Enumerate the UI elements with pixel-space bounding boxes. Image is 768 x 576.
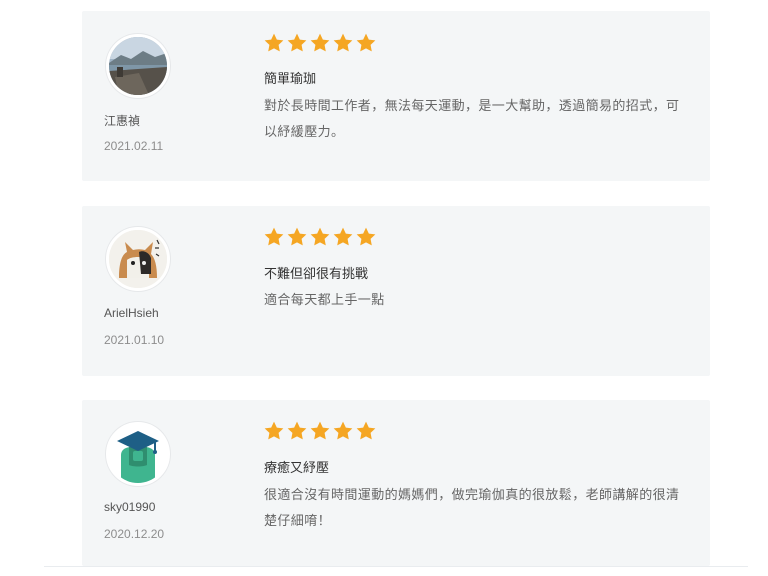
star-icon [333, 421, 353, 440]
avatar [106, 422, 170, 486]
star-icon [287, 421, 307, 440]
star-icon [310, 421, 330, 440]
review-date: 2020.12.20 [104, 527, 165, 541]
star-icon [264, 227, 284, 246]
reviewer-name: 江惠禎 [104, 114, 141, 128]
star-icon [310, 227, 330, 246]
graduate-avatar-icon [109, 425, 167, 483]
star-icon [264, 33, 284, 52]
star-icon [333, 33, 353, 52]
review-date: 2021.01.10 [104, 333, 165, 347]
rating-stars [263, 226, 377, 248]
review-card: 江惠禎 2021.02.11 簡單瑜珈 對於長時間工作者，無法每天運動，是一大幫… [82, 11, 710, 181]
avatar [106, 227, 170, 291]
rating-stars [263, 32, 377, 54]
review-card: ArielHsieh 2021.01.10 不難但卻很有挑戰 適合每天都上手一點 [82, 206, 710, 376]
star-icon [264, 421, 284, 440]
divider [44, 566, 748, 567]
star-icon [356, 421, 376, 440]
star-icon [356, 227, 376, 246]
review-title: 簡單瑜珈 [264, 72, 317, 87]
reviewer-name: sky01990 [104, 500, 156, 514]
star-icon [356, 33, 376, 52]
landscape-photo-icon [109, 37, 167, 95]
star-icon [310, 33, 330, 52]
review-body: 對於長時間工作者，無法每天運動，是一大幫助，透過簡易的招式，可以紓緩壓力。 [264, 99, 680, 140]
rating-stars [263, 420, 377, 442]
avatar [106, 34, 170, 98]
review-body: 適合每天都上手一點 [264, 293, 385, 308]
review-date: 2021.02.11 [104, 139, 164, 153]
review-card: sky01990 2020.12.20 療癒又紓壓 很適合沒有時間運動的媽媽們，… [82, 400, 710, 566]
review-title: 療癒又紓壓 [264, 461, 330, 476]
star-icon [287, 227, 307, 246]
star-icon [287, 33, 307, 52]
review-body: 很適合沒有時間運動的媽媽們，做完瑜伽真的很放鬆，老師講解的很清楚仔細唷！ [264, 488, 680, 529]
review-title: 不難但卻很有挑戰 [264, 267, 369, 282]
reviewer-name: ArielHsieh [104, 306, 159, 320]
star-icon [333, 227, 353, 246]
cat-photo-icon [109, 230, 167, 288]
